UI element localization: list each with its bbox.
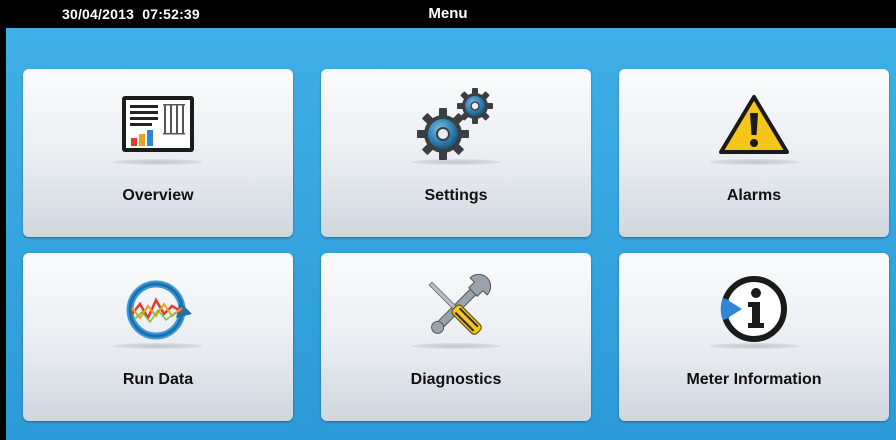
alarms-tile[interactable]: Alarms [619, 69, 889, 237]
overview-label: Overview [122, 187, 194, 204]
warning-triangle-icon [619, 87, 889, 163]
icon-shadow [113, 343, 203, 349]
page-title: Menu [428, 5, 468, 22]
run-data-tile[interactable]: Run Data [23, 253, 293, 421]
wrench-screwdriver-icon [321, 271, 591, 347]
meter-information-tile[interactable]: Meter Information [619, 253, 889, 421]
meter-information-label: Meter Information [686, 371, 822, 388]
icon-shadow [411, 159, 501, 165]
menu-screen: Overview Settings Alarms Run Data Diagno… [6, 28, 896, 440]
gears-icon [321, 87, 591, 163]
overview-panel-icon [23, 87, 293, 163]
diagnostics-tile[interactable]: Diagnostics [321, 253, 591, 421]
icon-shadow [113, 159, 203, 165]
trend-cycle-icon [23, 271, 293, 347]
information-icon [619, 271, 889, 347]
hmi-frame: 30/04/2013 07:52:39 Menu Overview Settin… [0, 0, 896, 440]
run-data-label: Run Data [122, 371, 194, 388]
overview-tile[interactable]: Overview [23, 69, 293, 237]
settings-label: Settings [424, 187, 488, 204]
alarms-label: Alarms [726, 187, 782, 204]
icon-shadow [709, 343, 799, 349]
icon-shadow [709, 159, 799, 165]
diagnostics-label: Diagnostics [410, 371, 502, 388]
icon-shadow [411, 343, 501, 349]
status-bar: 30/04/2013 07:52:39 Menu [0, 0, 896, 28]
settings-tile[interactable]: Settings [321, 69, 591, 237]
